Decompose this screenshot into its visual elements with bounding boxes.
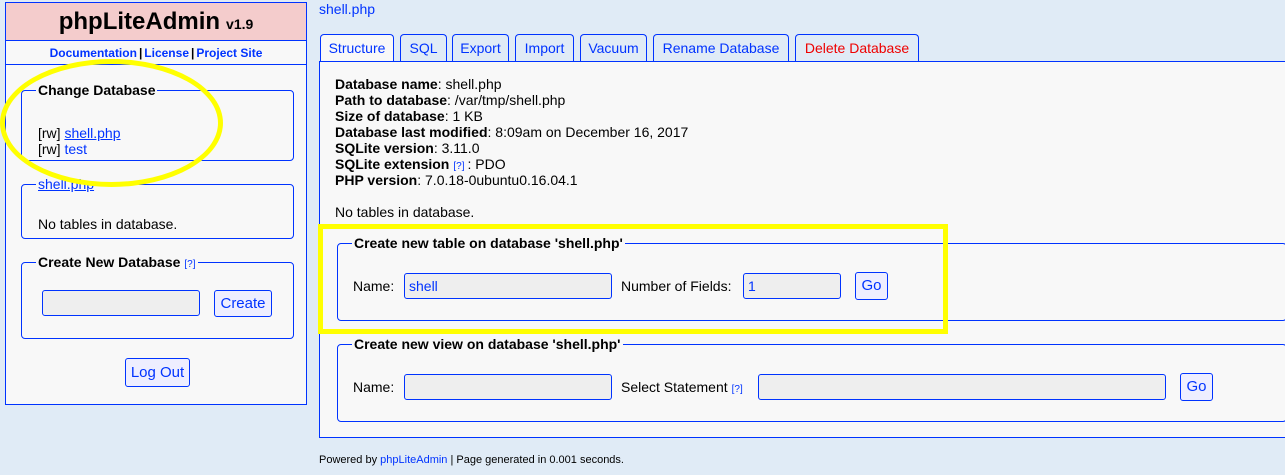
highlight-rectangle	[318, 224, 948, 334]
info-php-version: PHP version: 7.0.18-0ubuntu0.16.04.1	[335, 172, 578, 188]
info-database-name: Database name: shell.php	[335, 76, 502, 92]
info-last-modified: Database last modified: 8:09am on Decemb…	[335, 124, 689, 140]
info-sqlite-extension: SQLite extension [?]: PDO	[335, 156, 506, 172]
tab-structure[interactable]: Structure	[320, 34, 394, 62]
link-separator: |	[138, 46, 143, 60]
info-size: Size of database: 1 KB	[335, 108, 483, 124]
select-statement-label: Select Statement [?]	[621, 379, 743, 395]
app-version: v1.9	[226, 16, 254, 32]
link-separator: |	[191, 46, 195, 60]
create-database-button[interactable]: Create	[214, 290, 272, 317]
footer-phpliteadmin-link[interactable]: phpLiteAdmin	[380, 454, 447, 466]
license-link[interactable]: License	[144, 46, 189, 60]
app-name: phpLiteAdmin	[58, 8, 221, 35]
tab-export[interactable]: Export	[452, 34, 509, 61]
current-database-box: shell.php No tables in database.	[21, 176, 294, 239]
view-name-input[interactable]	[404, 374, 612, 400]
logout-button[interactable]: Log Out	[125, 358, 190, 387]
info-path: Path to database: /var/tmp/shell.php	[335, 92, 566, 108]
documentation-link[interactable]: Documentation	[50, 46, 137, 60]
sidebar: phpLiteAdmin v1.9 Documentation | License | P…	[5, 2, 307, 405]
tab-delete-database[interactable]: Delete Database	[795, 34, 919, 61]
create-view-go-button[interactable]: Go	[1180, 373, 1213, 401]
breadcrumb[interactable]: shell.php	[319, 1, 375, 17]
footer: Powered by phpLiteAdmin | Page generated…	[319, 454, 624, 466]
select-statement-help-link[interactable]: [?]	[732, 384, 743, 395]
current-database-message: No tables in database.	[38, 216, 178, 232]
project-site-link[interactable]: Project Site	[196, 46, 262, 60]
select-statement-input[interactable]	[758, 374, 1166, 400]
view-name-label: Name:	[353, 379, 395, 395]
tab-sql[interactable]: SQL	[400, 34, 447, 61]
tab-import[interactable]: Import	[515, 34, 574, 61]
top-links: Documentation | License | Project Site	[6, 41, 306, 65]
create-database-title: Create New Database	[38, 254, 181, 270]
new-database-input[interactable]	[42, 290, 200, 316]
no-tables-message: No tables in database.	[335, 204, 475, 220]
tab-rename-database[interactable]: Rename Database	[653, 34, 789, 61]
app-logo[interactable]: phpLiteAdmin v1.9	[6, 3, 306, 41]
create-database-help-link[interactable]: [?]	[184, 259, 195, 270]
info-sqlite-version: SQLite version: 3.11.0	[335, 140, 480, 156]
tab-vacuum[interactable]: Vacuum	[580, 34, 647, 61]
highlight-ellipse	[0, 59, 223, 187]
sqlite-extension-help-link[interactable]: [?]	[453, 161, 464, 172]
create-view-title: Create new view on database 'shell.php'	[354, 336, 621, 352]
